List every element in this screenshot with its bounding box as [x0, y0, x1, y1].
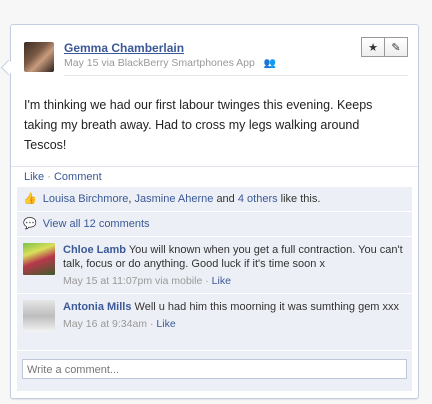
comment-like-link[interactable]: Like: [212, 275, 231, 287]
others-link[interactable]: 4 others: [238, 193, 278, 205]
comment-item: Chloe Lamb You will known when you get a…: [17, 237, 412, 293]
liker-2[interactable]: Jasmine Aherne: [134, 193, 213, 205]
view-all-comments-link[interactable]: View all 12 comments: [43, 218, 150, 230]
comment-body: Chloe Lamb You will known when you get a…: [63, 243, 408, 288]
author-avatar[interactable]: [24, 42, 54, 72]
separator: ·: [47, 171, 51, 183]
likes-row: 👍 Louisa Birchmore, Jasmine Aherne and 4…: [17, 187, 412, 211]
comment-like-link[interactable]: Like: [156, 318, 175, 330]
post-meta: May 15 via BlackBerry Smartphones App 👥: [64, 57, 276, 69]
view-all-row: 💬 View all 12 comments: [17, 212, 412, 236]
thumbs-up-icon: 👍: [23, 193, 37, 205]
commenter-name[interactable]: Chloe Lamb: [63, 244, 126, 256]
audience-icon[interactable]: 👥: [264, 58, 276, 69]
post-text: I'm thinking we had our first labour twi…: [24, 98, 373, 152]
liker-1[interactable]: Louisa Birchmore: [43, 193, 129, 205]
comment-item: Antonia Mills Well u had him this moorni…: [17, 294, 412, 350]
comment-meta: May 15 at 11:07pm via mobile · Like: [63, 275, 231, 287]
comment-meta: May 16 at 9:34am · Like: [63, 318, 176, 330]
feed-story: Gemma Chamberlain May 15 via BlackBerry …: [10, 24, 419, 399]
author-name[interactable]: Gemma Chamberlain: [64, 41, 184, 55]
comment-time[interactable]: May 16 at 9:34am: [63, 318, 147, 330]
feedback-bar: Like · Comment: [11, 166, 418, 187]
post-via[interactable]: via BlackBerry Smartphones App: [101, 57, 255, 69]
star-icon: ★: [368, 41, 378, 54]
comment-body: Antonia Mills Well u had him this moorni…: [63, 300, 408, 331]
pencil-icon: ✎: [391, 41, 401, 54]
commenter-name[interactable]: Antonia Mills: [63, 301, 131, 313]
edit-button[interactable]: ✎: [385, 37, 408, 57]
write-comment-input[interactable]: Write a comment...: [22, 359, 407, 379]
comment-link[interactable]: Comment: [54, 171, 102, 183]
commenter-avatar[interactable]: [23, 300, 55, 332]
story-actions: ★ ✎: [361, 37, 408, 57]
comment-text: Well u had him this moorning it was sumt…: [134, 301, 400, 313]
divider: [64, 75, 408, 76]
star-button[interactable]: ★: [361, 37, 385, 57]
write-comment-row: Write a comment...: [17, 351, 412, 391]
like-link[interactable]: Like: [24, 171, 44, 183]
comment-bubble-icon: 💬: [23, 218, 37, 230]
comment-time[interactable]: May 15 at 11:07pm via mobile: [63, 275, 202, 287]
commenter-avatar[interactable]: [23, 243, 55, 275]
post-date[interactable]: May 15: [64, 57, 98, 69]
